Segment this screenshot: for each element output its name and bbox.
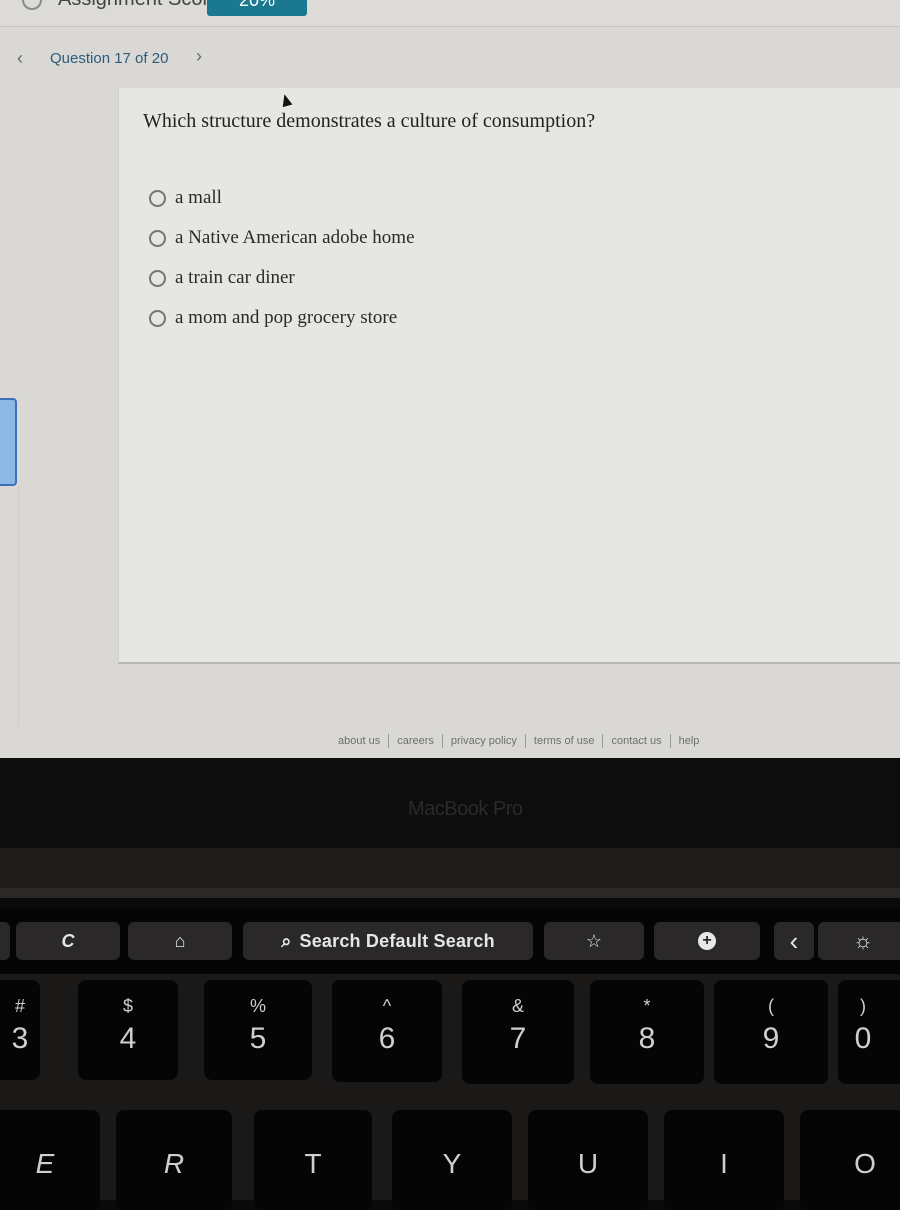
key-5[interactable]: % 5 [204, 980, 312, 1080]
question-text: Which structure demonstrates a culture o… [143, 110, 596, 132]
question-counter: Question 17 of 20 [50, 50, 169, 67]
answer-option[interactable]: a Native American adobe home [149, 218, 415, 258]
keyboard: # 3 $ 4 % 5 ^ 6 & 7 * 8 ( 9 ) 0 E R T Y … [0, 974, 900, 1210]
key-e[interactable]: E [0, 1110, 100, 1210]
key-number: 6 [378, 1022, 396, 1055]
key-symbol: ( [768, 996, 774, 1016]
assignment-score-label: Assignment Score: [58, 0, 226, 11]
bookmark-button[interactable]: ☆ [544, 922, 644, 960]
touchbar-key-edge[interactable] [0, 922, 10, 960]
star-icon: ☆ [585, 930, 603, 951]
key-number: 9 [762, 1022, 780, 1055]
key-u[interactable]: U [528, 1110, 648, 1210]
question-nav: ‹ Question 17 of 20 › [0, 34, 900, 84]
assignment-score-badge: 20% [207, 0, 307, 16]
touchbar-search-button[interactable]: ⌕ Search Default Search [243, 922, 533, 960]
key-0[interactable]: ) 0 [838, 980, 900, 1084]
key-symbol: $ [122, 996, 133, 1016]
key-number: 0 [854, 1022, 872, 1055]
brightness-icon: ☼ [852, 928, 874, 953]
reload-button[interactable]: C [16, 922, 120, 960]
answer-option-label: a train car diner [175, 267, 295, 288]
key-letter: E [35, 1148, 55, 1179]
key-i[interactable]: I [664, 1110, 784, 1210]
side-panel [0, 486, 19, 726]
radio-button[interactable] [149, 189, 166, 207]
answer-option[interactable]: a mom and pop grocery store [149, 298, 415, 338]
assignment-bar: Assignment Score: 20% [0, 0, 900, 27]
key-symbol: % [249, 996, 266, 1016]
answer-option[interactable]: a train car diner [149, 258, 415, 298]
previous-question-button[interactable]: ‹ [17, 48, 23, 69]
answer-options: a mall a Native American adobe home a tr… [149, 178, 415, 338]
key-symbol: & [511, 996, 524, 1016]
search-icon: ⌕ [281, 930, 292, 951]
key-8[interactable]: * 8 [590, 980, 704, 1084]
key-symbol: ^ [382, 996, 392, 1016]
key-number: 7 [509, 1022, 527, 1055]
key-4[interactable]: $ 4 [78, 980, 178, 1080]
radio-button[interactable] [149, 309, 166, 327]
footer-link-about-us[interactable]: about us [330, 735, 388, 747]
footer-link-careers[interactable]: careers [389, 735, 442, 747]
key-symbol: ) [860, 996, 866, 1016]
key-9[interactable]: ( 9 [714, 980, 828, 1084]
answer-option-label: a mom and pop grocery store [175, 307, 398, 328]
touch-bar: C ⌂ ⌕ Search Default Search ☆ + ‹ ☼ [0, 908, 900, 974]
key-o[interactable]: O [800, 1110, 900, 1210]
home-button[interactable]: ⌂ [128, 922, 232, 960]
info-icon [22, 0, 42, 10]
laptop-hinge [0, 848, 900, 898]
footer-links: about us careers privacy policy terms of… [330, 734, 707, 748]
key-number: 8 [638, 1022, 656, 1055]
key-r[interactable]: R [116, 1110, 232, 1210]
new-tab-button[interactable]: + [654, 922, 760, 960]
key-number: 3 [11, 1022, 29, 1055]
key-letter: R [163, 1148, 185, 1179]
footer-link-terms-of-use[interactable]: terms of use [526, 735, 603, 747]
footer-link-help[interactable]: help [671, 735, 708, 747]
laptop-bezel: MacBook Pro [0, 758, 900, 848]
browser-screen: Assignment Score: 20% ‹ Question 17 of 2… [0, 0, 900, 758]
key-letter: T [304, 1148, 322, 1179]
brightness-button[interactable]: ☼ [818, 922, 900, 960]
key-letter: O [854, 1148, 876, 1179]
answer-option-label: a Native American adobe home [175, 227, 415, 248]
radio-button[interactable] [149, 229, 166, 247]
key-7[interactable]: & 7 [462, 980, 574, 1084]
home-icon: ⌂ [174, 930, 186, 951]
key-number: 5 [249, 1022, 267, 1055]
question-card: Which structure demonstrates a culture o… [118, 88, 900, 664]
key-6[interactable]: ^ 6 [332, 980, 442, 1082]
key-symbol: # [14, 996, 25, 1016]
laptop-brand-label: MacBook Pro [408, 798, 523, 820]
key-number: 4 [119, 1022, 137, 1055]
radio-button[interactable] [149, 269, 166, 287]
answer-option-label: a mall [175, 187, 222, 208]
side-panel-tab[interactable] [0, 398, 17, 486]
reload-icon: C [61, 930, 75, 951]
collapse-control-strip-button[interactable]: ‹ [774, 922, 814, 960]
footer-link-contact-us[interactable]: contact us [603, 735, 669, 747]
key-letter: Y [442, 1148, 462, 1179]
key-symbol: * [643, 996, 651, 1016]
key-letter: U [577, 1148, 599, 1179]
plus-circle-icon: + [698, 932, 716, 950]
next-question-button[interactable]: › [196, 46, 202, 67]
key-t[interactable]: T [254, 1110, 372, 1210]
answer-option[interactable]: a mall [149, 178, 415, 218]
key-y[interactable]: Y [392, 1110, 512, 1210]
chevron-left-icon: ‹ [789, 925, 799, 956]
touchbar-search-label: Search Default Search [299, 930, 495, 951]
key-letter: I [720, 1148, 728, 1179]
footer-link-privacy-policy[interactable]: privacy policy [443, 735, 525, 747]
key-3[interactable]: # 3 [0, 980, 40, 1080]
